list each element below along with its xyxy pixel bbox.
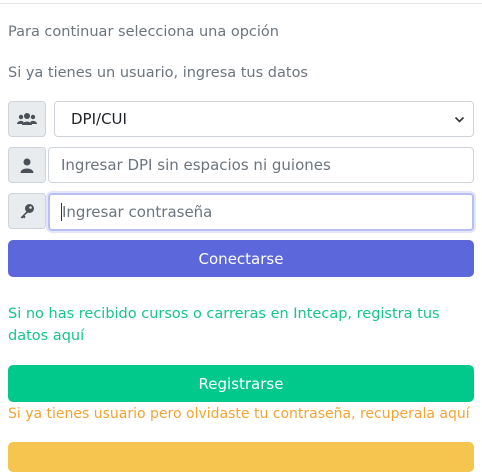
- password-input[interactable]: [50, 203, 472, 221]
- register-hint: Si no has recibido cursos o carreras en …: [8, 306, 440, 344]
- intro-prompt: Para continuar selecciona una opción: [8, 24, 279, 40]
- text-caret: [61, 203, 62, 221]
- chevron-down-icon: [454, 116, 465, 123]
- dpi-input[interactable]: [49, 156, 473, 174]
- login-hint: Si ya tienes un usuario, ingresa tus dat…: [8, 65, 308, 81]
- id-type-selected: DPI/CUI: [71, 110, 127, 128]
- key-icon: [8, 193, 46, 229]
- top-divider: [0, 3, 482, 4]
- register-button[interactable]: Registrarse: [8, 365, 474, 402]
- recover-password-button[interactable]: [8, 442, 474, 472]
- users-icon: [8, 101, 46, 137]
- dpi-field[interactable]: [48, 147, 474, 183]
- user-icon: [8, 147, 46, 183]
- password-field[interactable]: [48, 193, 474, 231]
- recover-password-hint[interactable]: Si ya tienes usuario pero olvidaste tu c…: [8, 406, 470, 422]
- connect-button[interactable]: Conectarse: [8, 240, 474, 277]
- id-type-select[interactable]: DPI/CUI: [54, 101, 474, 137]
